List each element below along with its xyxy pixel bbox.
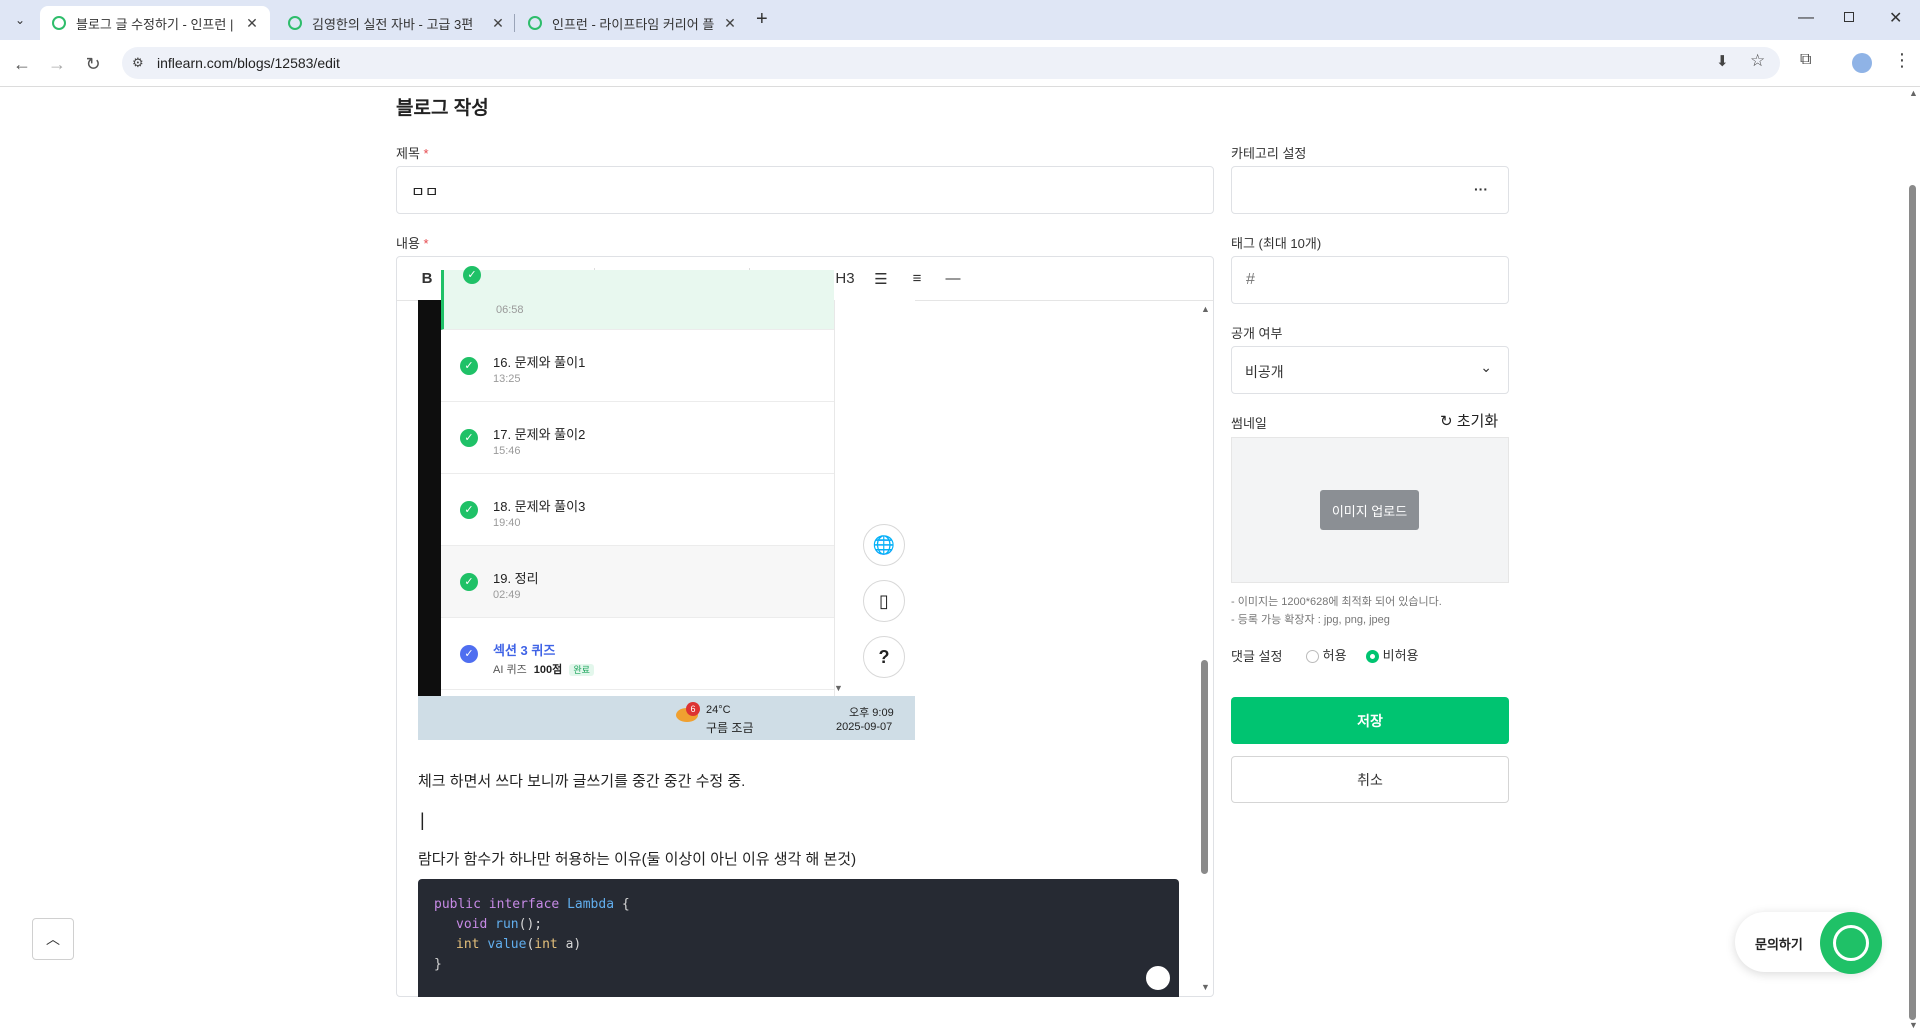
- page-scroll-up-icon[interactable]: ▲: [1909, 88, 1918, 98]
- paragraph[interactable]: 체크 하면서 쓰다 보니까 글쓰기를 중간 중간 수정 중.: [418, 770, 745, 791]
- editor-scrollbar-thumb[interactable]: [1201, 660, 1208, 874]
- bookmark-star-icon[interactable]: ☆: [1750, 51, 1765, 71]
- editor-scroll-down-icon[interactable]: ▼: [1201, 982, 1210, 992]
- save-button[interactable]: 저장: [1231, 697, 1509, 744]
- extensions-icon[interactable]: ⧉: [1800, 51, 1811, 69]
- tags-input[interactable]: [1231, 256, 1509, 304]
- notification-badge: 6: [686, 702, 700, 716]
- quiz-item: ✓ 섹션 3 퀴즈 AI 퀴즈 100점 완료: [441, 618, 834, 690]
- thumbnail-label: 썸네일: [1231, 416, 1267, 431]
- content-label: 내용 *: [396, 236, 429, 251]
- omnibox[interactable]: [122, 47, 1780, 79]
- bold-icon[interactable]: B: [409, 264, 445, 294]
- thumbnail-note: - 등록 가능 확장자 : jpg, png, jpeg: [1231, 614, 1390, 626]
- comment-label: 댓글 설정: [1231, 649, 1283, 664]
- more-icon[interactable]: ···: [1474, 181, 1488, 197]
- globe-icon: 🌐: [863, 524, 905, 566]
- page-scrollbar-thumb[interactable]: [1909, 185, 1916, 1020]
- check-icon: ✓: [460, 645, 478, 663]
- list-item: ✓ 16. 문제와 풀이1 13:25: [441, 330, 834, 402]
- new-tab-button[interactable]: +: [756, 8, 768, 31]
- check-icon: ✓: [460, 429, 478, 447]
- chevron-up-icon: ︿: [46, 931, 60, 947]
- tab-blog-edit[interactable]: 블로그 글 수정하기 - 인프런 | ✕: [40, 6, 270, 40]
- inflearn-favicon-icon: [288, 16, 302, 30]
- mobile-icon: ▯: [863, 580, 905, 622]
- title-label: 제목 *: [396, 146, 429, 161]
- list-scroll-down-icon: ▼: [834, 683, 843, 693]
- close-icon[interactable]: ✕: [490, 15, 506, 32]
- thumbnail-note: - 이미지는 1200*628에 최적화 되어 있습니다.: [1231, 596, 1442, 608]
- lesson-list: ✓ 06:58 ✓ 16. 문제와 풀이1 13:25 ✓ 17. 문제와 풀이…: [441, 266, 835, 696]
- inquiry-icon[interactable]: [1820, 912, 1882, 974]
- visibility-label: 공개 여부: [1231, 326, 1283, 341]
- radio-deny[interactable]: 비허용: [1366, 645, 1419, 664]
- cancel-button[interactable]: 취소: [1231, 756, 1509, 803]
- reload-icon[interactable]: ↻: [81, 52, 105, 76]
- chevron-down-icon: ⌄: [1480, 359, 1492, 375]
- category-label: 카테고리 설정: [1231, 146, 1307, 161]
- list-item: ✓ 19. 정리 02:49: [441, 546, 834, 618]
- tab-inflearn-home[interactable]: 인프런 - 라이프타임 커리어 플 ✕: [516, 6, 748, 40]
- check-icon: ✓: [460, 501, 478, 519]
- menu-icon[interactable]: ⋮: [1893, 50, 1911, 71]
- inflearn-favicon-icon: [528, 16, 542, 30]
- bullet-list-icon[interactable]: ☰: [863, 264, 899, 294]
- ordered-list-icon[interactable]: ≡: [899, 264, 935, 294]
- tab-separator: [514, 14, 515, 32]
- scroll-top-button[interactable]: ︿: [32, 918, 74, 960]
- category-select[interactable]: ···: [1231, 166, 1509, 214]
- paragraph[interactable]: 람다가 함수가 하나만 허용하는 이유(둘 이상이 아닌 이유 생각 해 본것): [418, 848, 856, 869]
- status-badge: 완료: [569, 664, 594, 676]
- close-icon[interactable]: ✕: [722, 15, 738, 32]
- check-icon: ✓: [460, 357, 478, 375]
- list-item: ✓ 17. 문제와 풀이2 15:46: [441, 402, 834, 474]
- horizontal-rule-icon[interactable]: —: [935, 264, 971, 294]
- install-app-icon[interactable]: ⬇: [1716, 52, 1729, 70]
- inflearn-favicon-icon: [52, 16, 66, 30]
- restore-icon[interactable]: [1844, 12, 1854, 22]
- help-icon: ?: [863, 636, 905, 678]
- url-text[interactable]: inflearn.com/blogs/12583/edit: [157, 55, 340, 71]
- check-icon: ✓: [463, 266, 481, 284]
- image-upload-button[interactable]: 이미지 업로드: [1320, 490, 1419, 530]
- list-item: ✓ 06:58: [441, 266, 834, 330]
- title-input[interactable]: ㅁㅁ: [396, 166, 1214, 214]
- taskbar: 6 24°C 구름 조금 오후 9:09 2025-09-07: [418, 696, 915, 740]
- radio-allow[interactable]: 허용: [1306, 645, 1347, 664]
- check-icon: ✓: [460, 573, 478, 591]
- refresh-icon: ↻: [1440, 413, 1453, 430]
- code-language-icon[interactable]: [1144, 964, 1172, 992]
- tags-label: 태그 (최대 10개): [1231, 236, 1322, 251]
- minimize-icon[interactable]: —: [1798, 9, 1814, 27]
- editor-scroll-up-icon[interactable]: ▲: [1201, 304, 1210, 314]
- profile-avatar[interactable]: [1852, 53, 1872, 73]
- page-title: 블로그 작성: [396, 98, 489, 119]
- screenshot-dark-strip: [418, 300, 441, 696]
- site-info-icon[interactable]: ⚙: [132, 55, 144, 71]
- visibility-select[interactable]: 비공개 ⌄: [1231, 346, 1509, 394]
- tab-search-icon[interactable]: ⌄: [10, 10, 30, 30]
- close-window-icon[interactable]: ✕: [1889, 8, 1902, 28]
- reset-button[interactable]: ↻ 초기화: [1440, 410, 1498, 431]
- forward-icon[interactable]: →: [45, 52, 69, 76]
- list-item: ✓ 18. 문제와 풀이3 19:40: [441, 474, 834, 546]
- tab-java-course[interactable]: 김영한의 실전 자바 - 고급 3편 ✕: [276, 6, 516, 40]
- back-icon[interactable]: ←: [10, 52, 34, 76]
- code-block[interactable]: public interface Lambda { void run(); in…: [418, 879, 1179, 997]
- text-cursor: |: [420, 810, 425, 830]
- close-icon[interactable]: ✕: [244, 15, 260, 32]
- page-scroll-down-icon[interactable]: ▼: [1909, 1020, 1918, 1030]
- radio-selected-icon: [1366, 650, 1379, 664]
- radio-icon: [1306, 650, 1319, 664]
